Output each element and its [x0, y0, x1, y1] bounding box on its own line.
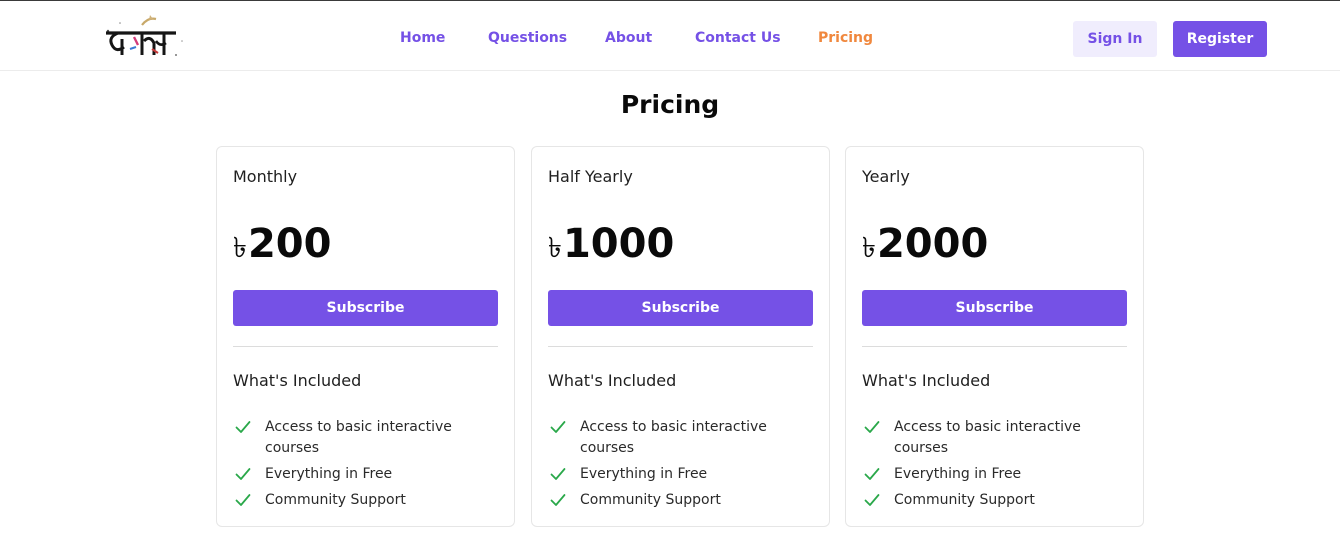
site-header: Home Questions About Contact Us Pricing … [0, 1, 1340, 71]
register-button[interactable]: Register [1173, 21, 1267, 57]
feature-item: Community Support [548, 490, 813, 511]
feature-item: Community Support [862, 490, 1127, 511]
price-amount: 200 [247, 221, 332, 267]
currency-symbol: ৳ [548, 231, 562, 264]
check-icon [864, 493, 880, 507]
feature-item: Everything in Free [862, 464, 1127, 485]
page-title: Pricing [620, 90, 720, 119]
price-amount: 2000 [876, 221, 989, 267]
plan-price: ৳2000 [862, 221, 988, 273]
nav-questions[interactable]: Questions [488, 30, 567, 46]
card-divider [862, 346, 1127, 347]
included-title: What's Included [862, 371, 991, 390]
pricing-card-yearly: Yearly ৳2000 Subscribe What's Included A… [845, 146, 1144, 527]
feature-item: Everything in Free [233, 464, 498, 485]
feature-label: Access to basic interactive courses [265, 419, 452, 456]
nav-home[interactable]: Home [400, 30, 445, 46]
subscribe-button[interactable]: Subscribe [548, 290, 813, 326]
feature-item: Access to basic interactive courses [862, 417, 1127, 459]
nav-pricing[interactable]: Pricing [818, 30, 873, 46]
feature-item: Access to basic interactive courses [548, 417, 813, 459]
feature-label: Everything in Free [265, 466, 393, 482]
pricing-card-monthly: Monthly ৳200 Subscribe What's Included A… [216, 146, 515, 527]
card-divider [233, 346, 498, 347]
plan-price: ৳1000 [548, 221, 674, 273]
feature-item: Access to basic interactive courses [233, 417, 498, 459]
plan-price: ৳200 [233, 221, 331, 273]
price-amount: 1000 [562, 221, 675, 267]
check-icon [550, 493, 566, 507]
feature-label: Access to basic interactive courses [580, 419, 767, 456]
subscribe-button[interactable]: Subscribe [862, 290, 1127, 326]
check-icon [864, 467, 880, 481]
currency-symbol: ৳ [862, 231, 876, 264]
currency-symbol: ৳ [233, 231, 247, 264]
plan-name: Monthly [233, 167, 298, 186]
check-icon [550, 420, 566, 434]
subscribe-button[interactable]: Subscribe [233, 290, 498, 326]
feature-label: Access to basic interactive courses [894, 419, 1081, 456]
card-divider [548, 346, 813, 347]
pricing-card-half-yearly: Half Yearly ৳1000 Subscribe What's Inclu… [531, 146, 830, 527]
feature-item: Community Support [233, 490, 498, 511]
feature-label: Community Support [580, 492, 721, 508]
nav-contact-us[interactable]: Contact Us [695, 30, 781, 46]
feature-label: Community Support [265, 492, 406, 508]
check-icon [864, 420, 880, 434]
check-icon [235, 467, 251, 481]
feature-label: Everything in Free [894, 466, 1022, 482]
sign-in-button[interactable]: Sign In [1073, 21, 1157, 57]
feature-list: Access to basic interactive courses Ever… [862, 417, 1127, 516]
feature-list: Access to basic interactive courses Ever… [548, 417, 813, 516]
included-title: What's Included [233, 371, 362, 390]
feature-label: Community Support [894, 492, 1035, 508]
check-icon [235, 420, 251, 434]
plan-name: Half Yearly [548, 167, 633, 186]
feature-label: Everything in Free [580, 466, 708, 482]
check-icon [550, 467, 566, 481]
plan-name: Yearly [862, 167, 910, 186]
feature-item: Everything in Free [548, 464, 813, 485]
nav-about[interactable]: About [605, 30, 652, 46]
check-icon [235, 493, 251, 507]
feature-list: Access to basic interactive courses Ever… [233, 417, 498, 516]
included-title: What's Included [548, 371, 677, 390]
